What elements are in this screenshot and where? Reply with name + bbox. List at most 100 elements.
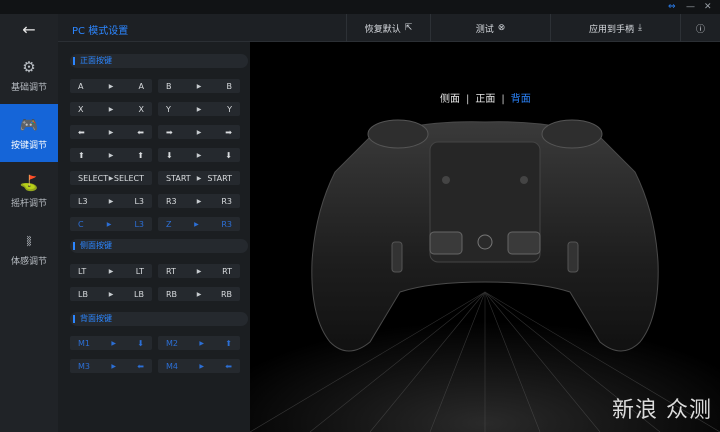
close-button[interactable]: ✕ xyxy=(704,1,712,13)
tab-front-view[interactable]: 正面 xyxy=(475,94,495,105)
source-key: ➡ xyxy=(166,127,173,137)
sidebar-item-basic[interactable]: ⚙ 基础调节 xyxy=(0,46,58,104)
header: PC 模式设置 恢复默认 ⇱ 测试 ⊗ 应用到手柄 ⤓ ⓘ xyxy=(58,14,720,42)
arrow-icon: ▶ xyxy=(108,82,114,90)
back-button[interactable]: ← xyxy=(0,14,58,44)
link-icon[interactable]: ⇔ xyxy=(668,1,676,13)
source-key: ⬅ xyxy=(78,127,85,137)
back-arrow-icon: ← xyxy=(22,19,36,39)
view-tabs: 侧面 | 正面 | 背面 xyxy=(440,94,531,105)
sidebar-item-motion[interactable]: ⧚ 体感调节 xyxy=(0,220,58,278)
mapping-row[interactable]: ⬇ ▶ ⬇ xyxy=(158,148,240,162)
source-key: B xyxy=(166,81,172,91)
source-key: LT xyxy=(78,266,87,276)
target-key: B xyxy=(226,81,233,91)
source-key: LB xyxy=(78,289,88,299)
mapping-row[interactable]: START ▶ START xyxy=(158,171,240,185)
source-key: SELECT xyxy=(78,173,109,183)
target-key: ⬇ xyxy=(137,338,144,348)
mapping-row[interactable]: M1 ▶ ⬇ xyxy=(70,336,152,350)
source-key: START xyxy=(166,173,191,183)
mapping-row[interactable]: LB ▶ LB xyxy=(70,287,152,301)
target-key: SELECT xyxy=(113,173,144,183)
arrow-icon: ▶ xyxy=(196,290,202,298)
source-key: ⬆ xyxy=(78,150,85,160)
mapping-row[interactable]: R3 ▶ R3 xyxy=(158,194,240,208)
arrow-icon: ▶ xyxy=(108,290,114,298)
watermark: 新浪 众测 xyxy=(612,398,712,423)
target-key: ⬅ xyxy=(225,361,232,371)
source-key: Y xyxy=(166,104,171,114)
target-key: RT xyxy=(222,266,232,276)
arrow-icon: ▶ xyxy=(108,174,114,182)
target-key: Y xyxy=(227,104,232,114)
sidebar-item-label: 基础调节 xyxy=(10,82,47,93)
mapping-row[interactable]: LT ▶ LT xyxy=(70,264,152,278)
target-key: ⬆ xyxy=(137,150,144,160)
mapping-row[interactable]: X ▶ X xyxy=(70,102,152,116)
source-key: C xyxy=(78,219,84,229)
target-key: X xyxy=(138,104,144,114)
mapping-row[interactable]: A ▶ A xyxy=(70,79,152,93)
target-key: ➡ xyxy=(225,127,232,137)
title-bar: ⇔ — ✕ xyxy=(0,0,720,14)
sidebar-item-label: 摇杆调节 xyxy=(10,198,47,209)
joystick-icon: ⛳ xyxy=(19,173,39,192)
source-key: X xyxy=(78,104,84,114)
arrow-icon: ▶ xyxy=(108,197,114,205)
target-key: ⬅ xyxy=(137,361,144,371)
target-key: A xyxy=(138,81,144,91)
target-key: LB xyxy=(134,289,144,299)
target-key: ⬅ xyxy=(137,127,144,137)
mapping-row[interactable]: ➡ ▶ ➡ xyxy=(158,125,240,139)
mapping-row[interactable]: ⬆ ▶ ⬆ xyxy=(70,148,152,162)
arrow-icon: ▶ xyxy=(196,82,202,90)
target-key: L3 xyxy=(134,219,144,229)
mapping-row[interactable]: L3 ▶ L3 xyxy=(70,194,152,208)
target-key: ⬆ xyxy=(225,338,232,348)
target-key: RB xyxy=(220,289,232,299)
info-icon: ⓘ xyxy=(695,24,705,35)
restore-defaults-button[interactable]: 恢复默认 ⇱ xyxy=(346,14,430,42)
minimize-button[interactable]: — xyxy=(686,1,695,13)
tab-side-view[interactable]: 侧面 xyxy=(440,94,460,105)
target-key: R3 xyxy=(221,196,232,206)
arrow-icon: ▶ xyxy=(196,128,202,136)
source-key: RT xyxy=(166,266,176,276)
mapping-row[interactable]: SELECT ▶ SELECT xyxy=(70,171,152,185)
apply-to-controller-button[interactable]: 应用到手柄 ⤓ xyxy=(550,14,680,42)
page-title: PC 模式设置 xyxy=(72,26,129,37)
test-button[interactable]: 测试 ⊗ xyxy=(430,14,550,42)
mapping-row[interactable]: B ▶ B xyxy=(158,79,240,93)
arrow-icon: ▶ xyxy=(196,105,202,113)
arrow-icon: ▶ xyxy=(199,362,204,370)
sidebar-item-buttons[interactable]: 🎮 按键调节 xyxy=(0,104,58,162)
mapping-row[interactable]: Y ▶ Y xyxy=(158,102,240,116)
target-key: R3 xyxy=(221,219,232,229)
arrow-icon: ▶ xyxy=(194,220,199,228)
arrow-icon: ▶ xyxy=(111,339,116,347)
download-icon: ⤓ xyxy=(638,23,642,33)
source-key: R3 xyxy=(166,196,177,206)
arrow-icon: ▶ xyxy=(108,151,114,159)
motion-icon: ⧚ xyxy=(26,231,32,250)
info-button[interactable]: ⓘ xyxy=(680,14,720,42)
arrow-icon: ▶ xyxy=(199,339,204,347)
tab-back-view[interactable]: 背面 xyxy=(511,94,531,105)
target-key: L3 xyxy=(134,196,144,206)
mapping-row[interactable]: M3 ▶ ⬅ xyxy=(70,359,152,373)
arrow-icon: ▶ xyxy=(196,174,202,182)
sidebar-item-label: 按键调节 xyxy=(10,140,47,151)
section-back-buttons: 背面按键 xyxy=(70,312,248,326)
mapping-row[interactable]: C ▶ L3 xyxy=(70,217,152,231)
mapping-row[interactable]: RB ▶ RB xyxy=(158,287,240,301)
sidebar-item-joystick[interactable]: ⛳ 摇杆调节 xyxy=(0,162,58,220)
mapping-row[interactable]: Z ▶ R3 xyxy=(158,217,240,231)
mapping-row[interactable]: RT ▶ RT xyxy=(158,264,240,278)
mapping-row[interactable]: ⬅ ▶ ⬅ xyxy=(70,125,152,139)
mapping-row[interactable]: M2 ▶ ⬆ xyxy=(158,336,240,350)
arrow-icon: ▶ xyxy=(196,151,202,159)
controller-preview: 侧面 | 正面 | 背面 新浪 众测 xyxy=(250,42,720,432)
mapping-row[interactable]: M4 ▶ ⬅ xyxy=(158,359,240,373)
arrow-icon: ▶ xyxy=(196,197,202,205)
